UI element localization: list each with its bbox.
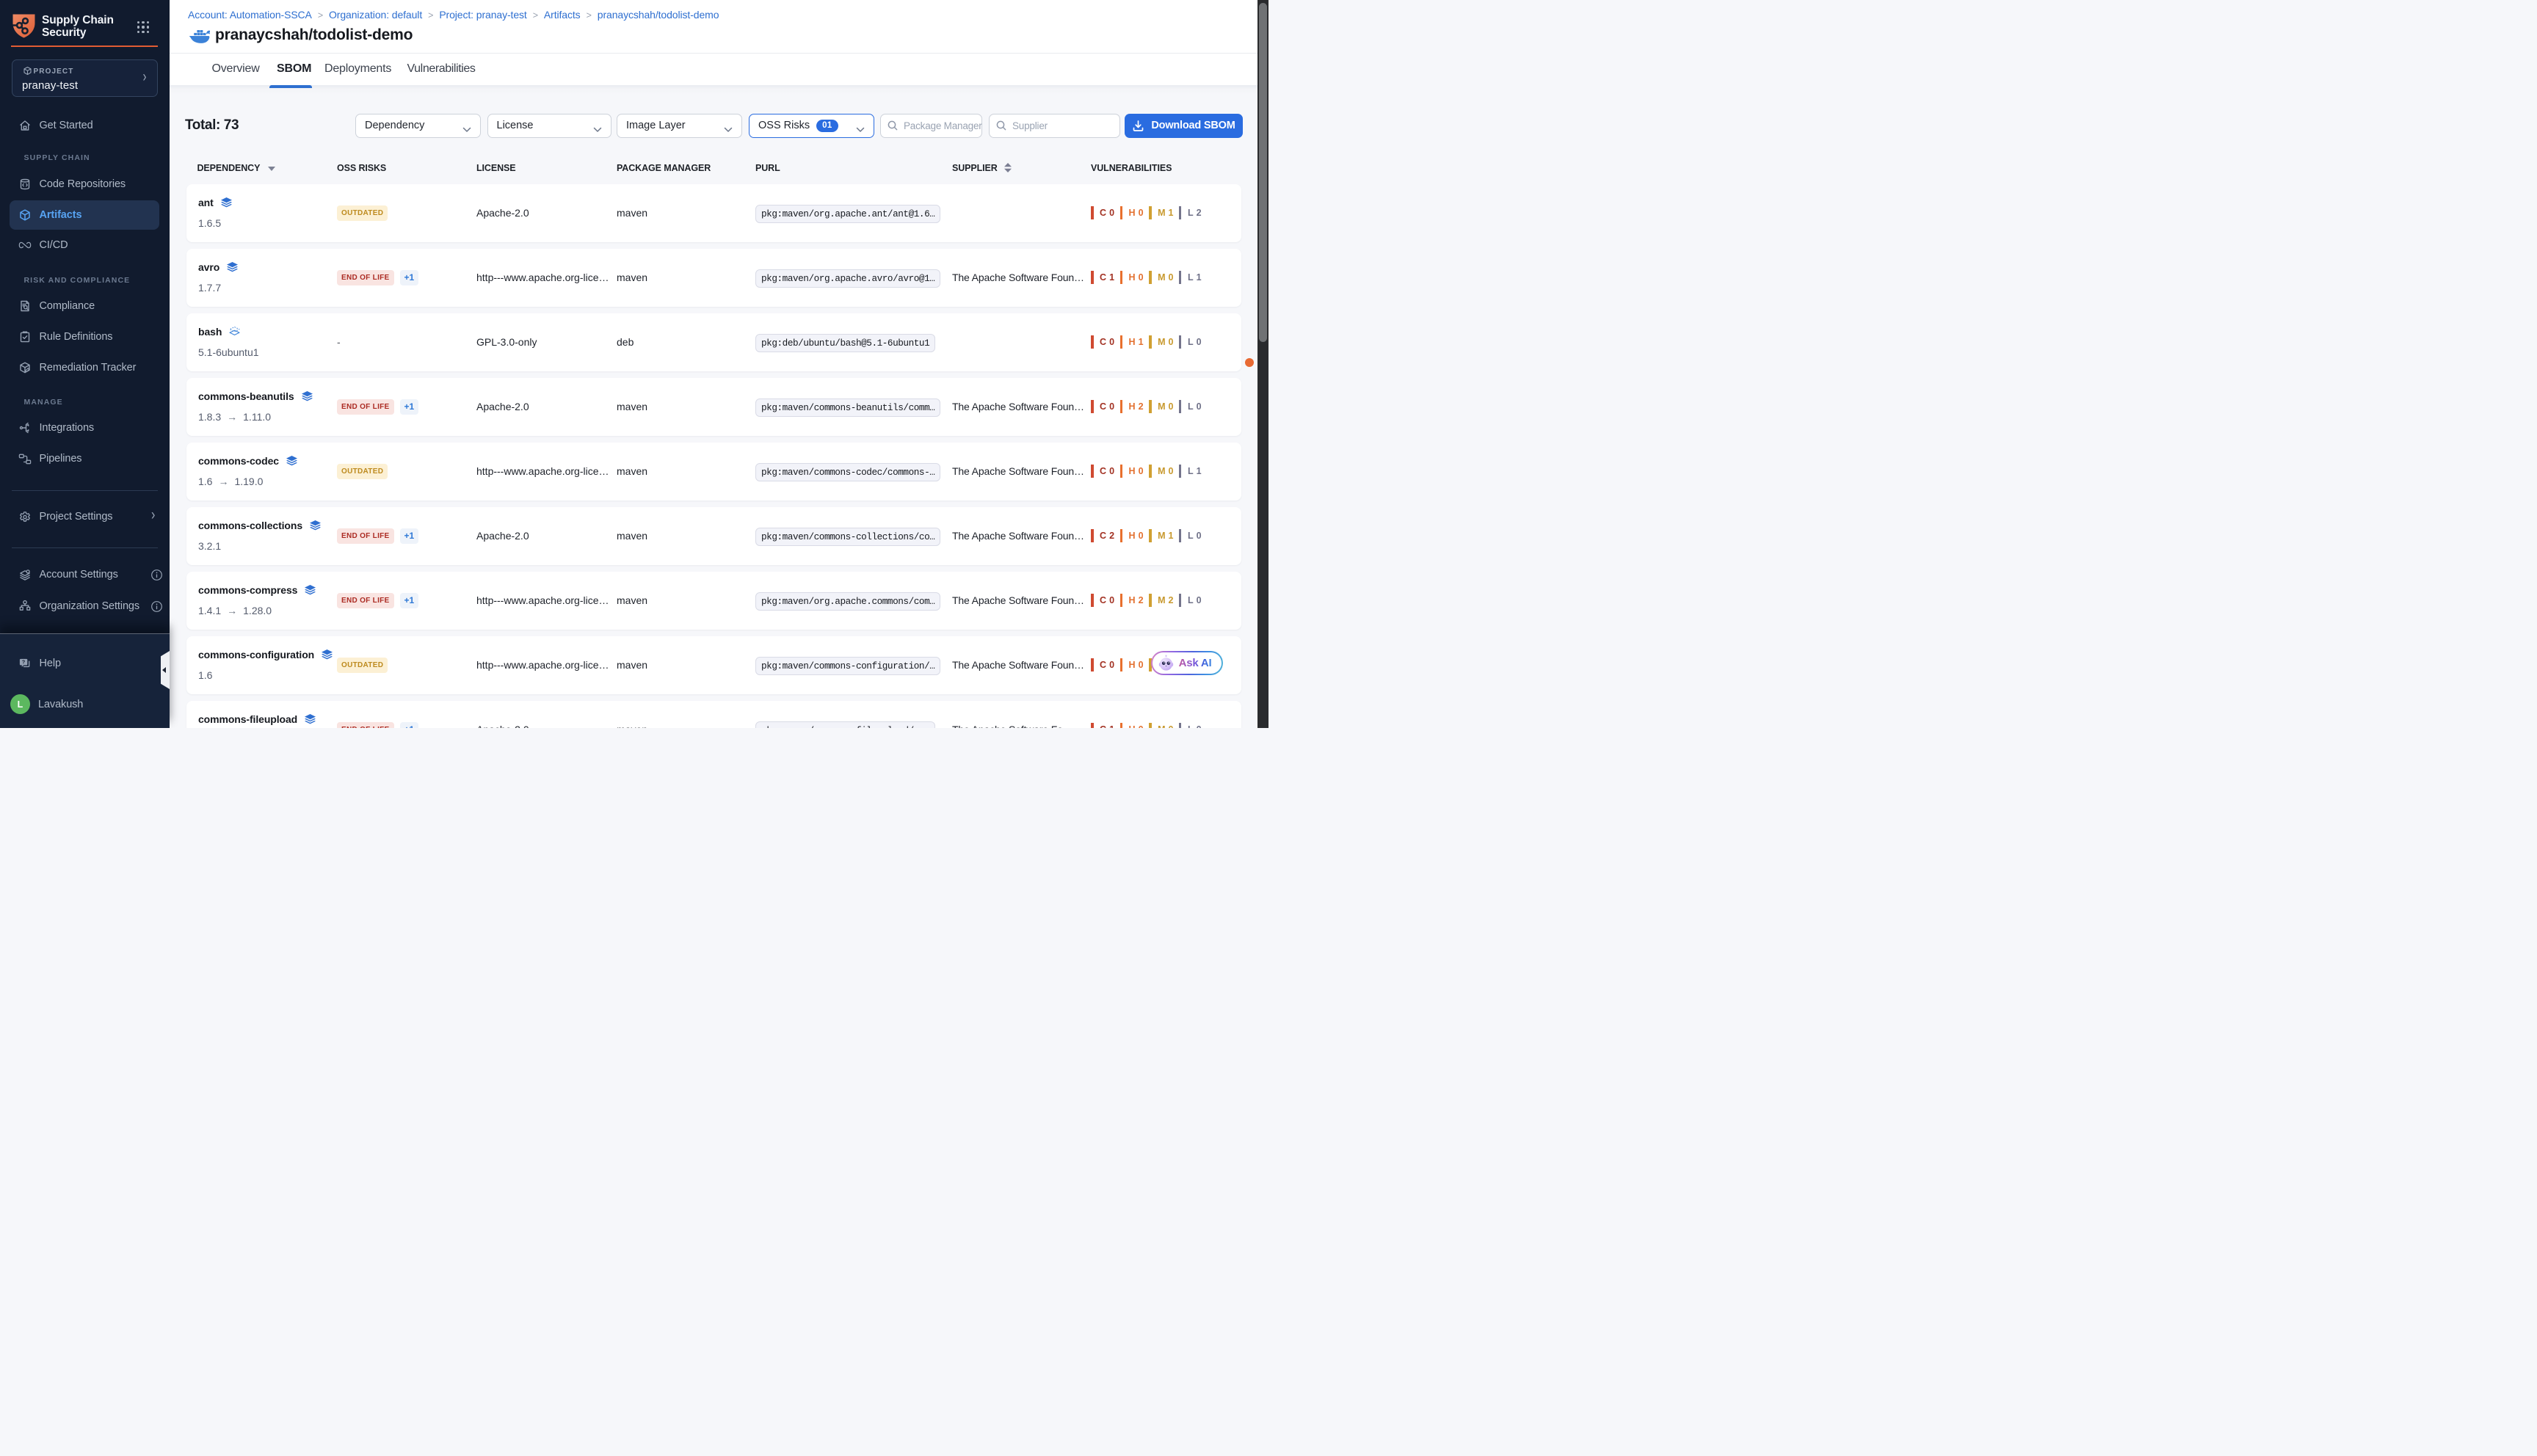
- svg-text:?: ?: [22, 659, 25, 665]
